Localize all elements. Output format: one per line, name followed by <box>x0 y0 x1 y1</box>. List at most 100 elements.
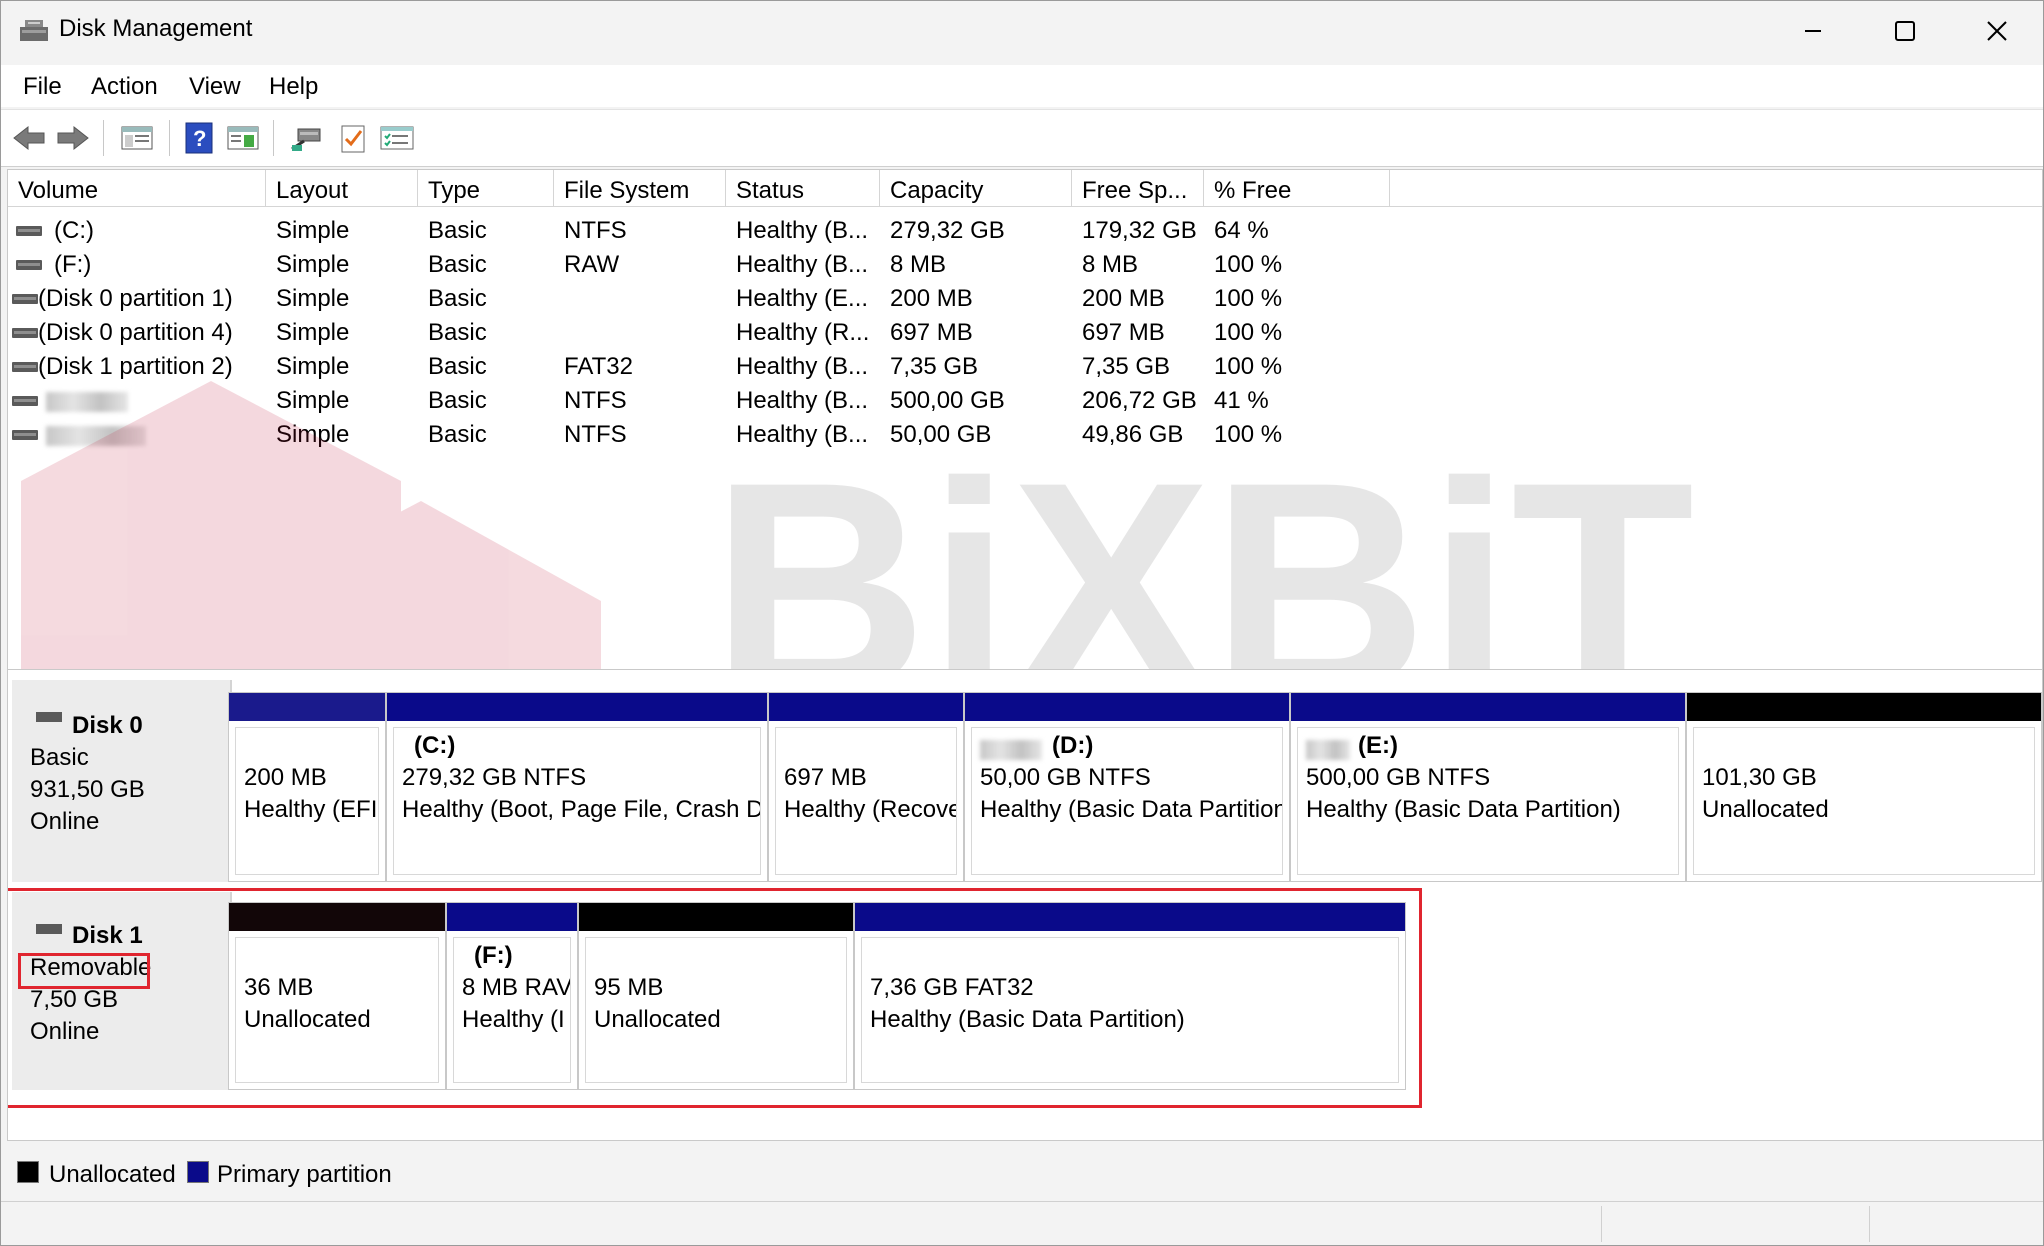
menu-action[interactable]: Action <box>91 73 158 101</box>
help-button[interactable]: ? <box>181 120 217 156</box>
properties-button[interactable] <box>225 120 261 156</box>
column-volume[interactable]: Volume <box>8 170 266 206</box>
volume-free-space: 8 MB <box>1082 251 1139 278</box>
menu-help-label: Help <box>269 73 319 100</box>
volume-row[interactable]: (Disk 0 partition 4) Simple Basic Healthy (… <box>8 316 2042 350</box>
maximize-button[interactable] <box>1859 1 1951 61</box>
close-button[interactable] <box>1951 1 2043 61</box>
console-tree-button[interactable] <box>119 120 155 156</box>
volume-name: (Disk 1 partition 2) <box>38 353 233 380</box>
volume-row[interactable]: Simple Basic NTFS Healthy (B... 500,00 GB 206… <box>8 384 2042 418</box>
partition-bar <box>965 693 1289 721</box>
menu-file-label: File <box>23 73 62 100</box>
volume-status: Healthy (B... <box>736 387 869 414</box>
menu-help[interactable]: Help <box>269 73 318 101</box>
column-free-space[interactable]: Free Sp... <box>1072 170 1204 206</box>
volume-row[interactable]: (Disk 1 partition 2) Simple Basic FAT32 Heal… <box>8 350 2042 384</box>
minimize-button[interactable] <box>1767 1 1859 61</box>
partition-title: (C:) <box>414 732 456 759</box>
disk-0-partition-recovery[interactable]: 697 MB Healthy (Recove <box>768 692 964 882</box>
legend-unallocated: Unallocated <box>49 1161 176 1188</box>
disk-0-partition-c[interactable]: (C:) 279,32 GB NTFS Healthy (Boot, Page … <box>386 692 768 882</box>
redacted-volume-name <box>980 740 1042 760</box>
volume-status: Healthy (B... <box>736 251 869 278</box>
partition-status: Healthy (Boot, Page File, Crash D <box>402 796 761 823</box>
volume-row[interactable]: (Disk 0 partition 1) Simple Basic Healthy (… <box>8 282 2042 316</box>
volume-layout: Simple <box>276 251 350 278</box>
volume-status: Healthy (B... <box>736 421 869 448</box>
partition-size: 101,30 GB <box>1702 764 1817 791</box>
title-bar: Disk Management <box>1 1 2043 61</box>
volume-file-system: NTFS <box>564 217 627 244</box>
menu-file[interactable]: File <box>23 73 62 101</box>
column-layout[interactable]: Layout <box>266 170 418 206</box>
partition-size: 50,00 GB NTFS <box>980 764 1151 791</box>
menu-action-label: Action <box>91 73 158 100</box>
disk-0-partition-efi[interactable]: 200 MB Healthy (EFI <box>228 692 386 882</box>
volume-status: Healthy (R... <box>736 319 870 346</box>
column-file-system[interactable]: File System <box>554 170 726 206</box>
window-title: Disk Management <box>59 15 253 42</box>
volume-type: Basic <box>428 285 487 312</box>
volume-name: (Disk 0 partition 4) <box>38 319 233 346</box>
volume-percent-free: 100 % <box>1214 421 1283 448</box>
minimize-icon <box>1805 30 1821 32</box>
volume-free-space: 697 MB <box>1082 319 1165 346</box>
volume-name: (F:) <box>54 251 92 278</box>
disk-graphical-view: Disk 0 Basic 931,50 GB Online 200 MB Hea… <box>7 669 2043 1141</box>
partition-status: Unallocated <box>1702 796 1829 823</box>
rescan-checklist-button[interactable] <box>335 120 371 156</box>
status-bar <box>1 1201 2043 1245</box>
forward-button[interactable] <box>55 120 91 156</box>
volume-name: (C:) <box>54 217 94 244</box>
volume-capacity: 50,00 GB <box>890 421 992 448</box>
disk-0-partition-d[interactable]: (D:) 50,00 GB NTFS Healthy (Basic Data P… <box>964 692 1290 882</box>
partition-status: Healthy (Basic Data Partition <box>980 796 1283 823</box>
volume-file-system: RAW <box>564 251 620 278</box>
partition-status: Healthy (Basic Data Partition) <box>1306 796 1621 823</box>
console-tree-icon <box>121 126 153 150</box>
volume-percent-free: 100 % <box>1214 251 1283 278</box>
maximize-icon <box>1895 21 1915 41</box>
volume-capacity: 8 MB <box>890 251 947 278</box>
partition-size: 279,32 GB NTFS <box>402 764 587 791</box>
volume-status: Healthy (B... <box>736 353 869 380</box>
partition-size: 200 MB <box>244 764 327 791</box>
disk-0-label[interactable]: Disk 0 Basic 931,50 GB Online <box>12 680 232 882</box>
volume-type: Basic <box>428 387 487 414</box>
disk-0-name: Disk 0 <box>72 712 143 739</box>
back-icon <box>13 125 45 151</box>
disk-0-partition-e[interactable]: (E:) 500,00 GB NTFS Healthy (Basic Data … <box>1290 692 1686 882</box>
volume-icon <box>16 260 42 270</box>
volume-status: Healthy (E... <box>736 285 869 312</box>
volume-status: Healthy (B... <box>736 217 869 244</box>
back-button[interactable] <box>11 120 47 156</box>
column-percent-free[interactable]: % Free <box>1204 170 1390 206</box>
connect-button[interactable] <box>289 120 325 156</box>
volume-layout: Simple <box>276 319 350 346</box>
menu-view[interactable]: View <box>189 73 241 101</box>
menu-bar: File Action View Help <box>1 65 2043 107</box>
close-icon <box>1987 21 2007 41</box>
legend-swatch-unallocated <box>17 1161 39 1183</box>
column-type[interactable]: Type <box>418 170 554 206</box>
partition-bar <box>1291 693 1685 721</box>
column-capacity[interactable]: Capacity <box>880 170 1072 206</box>
legend-swatch-primary <box>187 1161 209 1183</box>
volume-layout: Simple <box>276 387 350 414</box>
volume-capacity: 200 MB <box>890 285 973 312</box>
disk-0-unallocated[interactable]: 101,30 GB Unallocated <box>1686 692 2042 882</box>
volume-row[interactable]: Simple Basic NTFS Healthy (B... 50,00 GB 49,8… <box>8 418 2042 452</box>
partition-bar <box>229 693 385 721</box>
volume-file-system: NTFS <box>564 421 627 448</box>
volume-row[interactable]: (F:) Simple Basic RAW Healthy (B... 8 MB 8 MB 1… <box>8 248 2042 282</box>
volume-row[interactable]: (C:) Simple Basic NTFS Healthy (B... 279,32 G… <box>8 214 2042 248</box>
volume-capacity: 697 MB <box>890 319 973 346</box>
settings-list-button[interactable] <box>379 120 415 156</box>
volume-type: Basic <box>428 217 487 244</box>
column-status[interactable]: Status <box>726 170 880 206</box>
checklist-icon <box>341 125 365 153</box>
forward-icon <box>57 125 89 151</box>
status-divider <box>1601 1206 1602 1242</box>
disk-0-size: 931,50 GB <box>30 776 145 803</box>
